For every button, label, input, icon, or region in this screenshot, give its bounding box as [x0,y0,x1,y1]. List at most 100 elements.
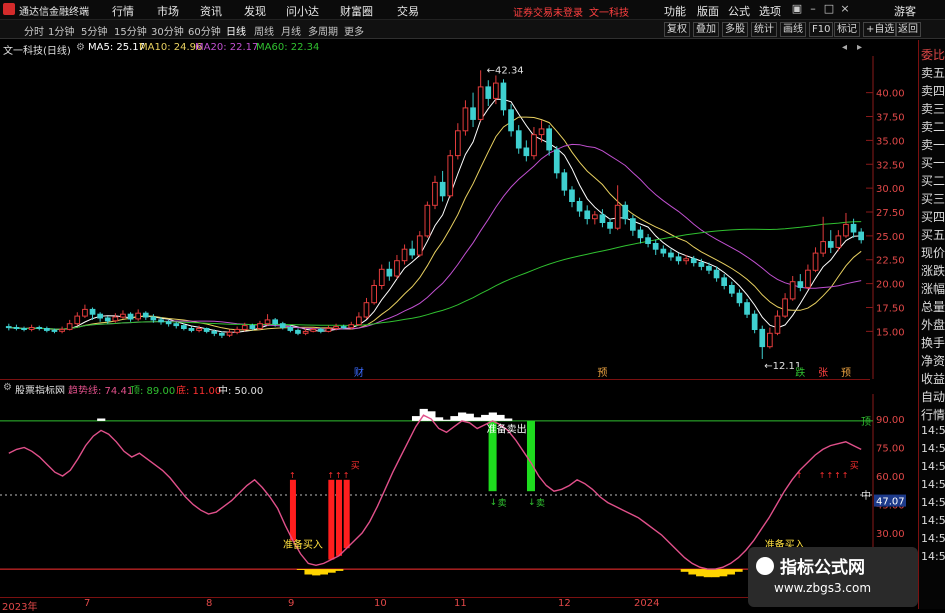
side-item: 14:5 [921,550,945,563]
menu-wenxiaoda[interactable]: 问小达 [286,3,319,19]
candle [173,323,180,327]
draw-line-button[interactable]: 画线 [780,22,806,37]
side-item[interactable]: 买五 [921,226,945,243]
buy-arrow: ↑ [335,471,342,480]
candle [416,235,423,256]
tab-60min[interactable]: 60分钟 [188,23,221,38]
candle [675,256,682,262]
candle [827,241,834,248]
candle [690,258,697,264]
side-item[interactable]: 行情 [921,406,945,423]
side-item[interactable]: 卖四 [921,82,945,99]
buy-arrow: ↑ [289,471,296,480]
candle [614,204,621,229]
mark-button[interactable]: 标记 [834,22,860,37]
restore-icon[interactable]: □ [822,2,836,15]
side-item[interactable]: 卖五 [921,64,945,81]
tab-intraday[interactable]: 分时 [24,23,44,38]
tab-monthly[interactable]: 月线 [281,23,301,38]
login-user[interactable]: 游客 [894,3,916,19]
candle [523,147,530,157]
candle [394,260,400,277]
side-item[interactable]: 涨幅 [921,280,945,297]
ma10-value: MA10: 24.96 [139,42,203,53]
login-alert[interactable]: 证券交易未登录 [513,4,583,19]
candle [751,313,758,331]
candle [310,328,317,332]
candle [97,313,104,319]
side-item[interactable]: 卖三 [921,100,945,117]
price-axis-label: 20.00 [876,280,905,291]
candle [348,324,355,329]
candle [485,86,492,99]
tab-30min[interactable]: 30分钟 [151,23,184,38]
candle [729,285,735,294]
f10-button[interactable]: F10 [809,22,834,37]
tab-5min[interactable]: 5分钟 [81,23,107,38]
indicator-settings-icon[interactable]: ⚙ [3,382,12,393]
add-watchlist-button[interactable]: +自选 [863,22,898,37]
side-item[interactable]: 收益 [921,370,945,387]
back-button[interactable]: 返回 [895,22,921,37]
menu-trade[interactable]: 交易 [397,3,419,19]
buy-arrow: ↑ [343,471,350,480]
adjust-button[interactable]: 复权 [664,22,690,37]
candle [439,181,446,197]
statistics-button[interactable]: 统计 [751,22,777,37]
side-item[interactable]: 卖一 [921,136,945,153]
tab-multi-period[interactable]: 多周期 [308,23,338,38]
skin-icon[interactable]: ▣ [790,2,804,15]
close-icon[interactable]: × [838,2,852,15]
candle [424,204,431,237]
menu-quotes[interactable]: 行情 [112,3,134,19]
oscillator-axis-label: 75.00 [876,444,905,455]
bottom-fill-bar [726,569,735,575]
candle [645,237,651,245]
side-item[interactable]: 买四 [921,208,945,225]
candle [462,107,469,132]
settings-gear-icon[interactable]: ⚙ [76,42,85,53]
side-item[interactable]: 涨跌 [921,262,945,279]
side-item[interactable]: 买一 [921,154,945,171]
menu-options[interactable]: 选项 [759,3,781,19]
menu-wealth-circle[interactable]: 财富圈 [340,3,373,19]
tab-daily[interactable]: 日线 [226,23,246,38]
multi-stock-button[interactable]: 多股 [722,22,748,37]
side-item[interactable]: 买二 [921,172,945,189]
side-item[interactable]: 换手 [921,334,945,351]
side-item[interactable]: 委比 [921,46,945,63]
oscillator-axis-label: 90.00 [876,415,905,426]
candle [584,210,591,220]
candle [158,319,164,323]
tab-15min[interactable]: 15分钟 [114,23,147,38]
menu-market[interactable]: 市场 [157,3,179,19]
expand-icon[interactable]: ▸ [857,42,862,53]
side-item[interactable]: 总量 [921,298,945,315]
menu-layout[interactable]: 版面 [697,3,719,19]
candlestick-chart[interactable]: 40.00 37.50 35.00 32.50 30.00 27.50 25.00 22.50… [0,56,918,379]
candle [401,248,408,262]
menu-news[interactable]: 资讯 [200,3,222,19]
menu-discover[interactable]: 发现 [244,3,266,19]
price-axis-label: 17.50 [876,303,905,314]
bottom-fill-bar [680,569,689,572]
collapse-icon[interactable]: ◂ [842,42,847,53]
buy-arrow: ↑ [834,471,841,480]
candle [302,330,309,334]
buy-label: 买 [351,460,360,471]
side-item[interactable]: 自动 [921,388,945,405]
side-item[interactable]: 外盘 [921,316,945,333]
side-item[interactable]: 卖二 [921,118,945,135]
tab-more[interactable]: 更多 [344,23,364,38]
side-item[interactable]: 净资 [921,352,945,369]
tab-weekly[interactable]: 周线 [254,23,274,38]
tab-1min[interactable]: 1分钟 [48,23,74,38]
minimize-icon[interactable]: – [806,2,820,15]
candle [44,328,50,331]
side-item[interactable]: 买三 [921,190,945,207]
menu-bar: 通达信金融终端 行情 市场 资讯 发现 问小达 财富圈 交易 证券交易未登录 文… [0,0,945,20]
overlay-button[interactable]: 叠加 [693,22,719,37]
menu-function[interactable]: 功能 [664,3,686,19]
side-item[interactable]: 现价 [921,244,945,261]
menu-formula[interactable]: 公式 [728,3,750,19]
